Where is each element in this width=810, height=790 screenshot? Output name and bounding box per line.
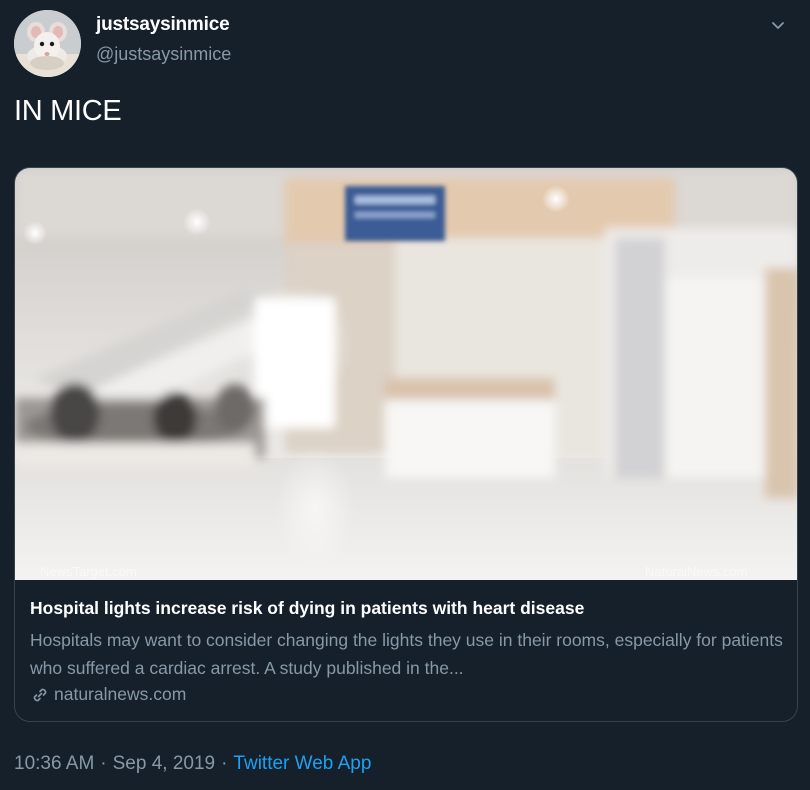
tweet-date[interactable]: Sep 4, 2019	[113, 753, 215, 774]
hospital-lobby-photo: NewsTarget.com NaturalNews.com	[15, 168, 797, 580]
meta-separator: ·	[221, 753, 228, 774]
meta-separator: ·	[100, 753, 107, 774]
chevron-down-icon[interactable]	[768, 16, 788, 36]
card-description: Hospitals may want to consider changing …	[30, 630, 783, 678]
display-name[interactable]: justsaysinmice	[96, 14, 230, 36]
card-body: Hospital lights increase risk of dying i…	[15, 580, 797, 721]
card-title[interactable]: Hospital lights increase risk of dying i…	[30, 598, 584, 619]
tweet-meta: 10:36 AM · Sep 4, 2019 · Twitter Web App	[14, 753, 371, 775]
watermark-right: NaturalNews.com	[645, 564, 748, 579]
watermark-left: NewsTarget.com	[40, 564, 137, 579]
card-domain[interactable]: naturalnews.com	[30, 684, 186, 705]
avatar[interactable]	[14, 10, 81, 77]
tweet-source-link[interactable]: Twitter Web App	[233, 753, 371, 774]
mouse-avatar-icon	[14, 10, 81, 77]
card-domain-text: naturalnews.com	[54, 684, 187, 704]
user-handle[interactable]: @justsaysinmice	[96, 44, 231, 65]
link-icon	[33, 688, 47, 701]
link-card[interactable]: NewsTarget.com NaturalNews.com Hospital …	[14, 167, 798, 722]
tweet-time[interactable]: 10:36 AM	[14, 753, 94, 774]
tweet: justsaysinmice @justsaysinmice IN MICE N…	[0, 0, 810, 790]
tweet-text: IN MICE	[14, 95, 122, 127]
